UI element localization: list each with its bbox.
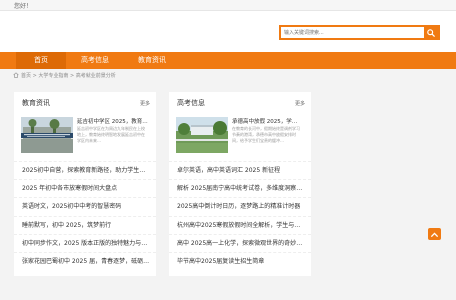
panel-gaokao-info: 高考信息 更多 承德高中放假 2025，学… 在教育的长河中，假期始终是调剂学习… — [169, 92, 311, 276]
home-icon — [13, 72, 19, 78]
nav-item-gaokao[interactable]: 高考信息 — [72, 52, 118, 69]
nav-item-home[interactable]: 首页 — [16, 52, 66, 69]
search-button[interactable] — [424, 27, 438, 38]
list-item[interactable]: 睡前默写，初中 2025，筑梦前行 — [14, 215, 156, 234]
list-item[interactable]: 卓尔英语，高中英语词汇 2025 新征程 — [169, 161, 311, 179]
search-input[interactable] — [281, 27, 423, 38]
list-item[interactable]: 解析 2025届南宁高中统考试卷，多维度洞察与备考启示 — [169, 179, 311, 197]
header — [0, 11, 456, 52]
panel-title: 教育资讯 — [22, 99, 50, 107]
breadcrumb-text[interactable]: 首页 > 大学专业指南 > 高考就业前景分析 — [21, 72, 116, 79]
back-to-top-button[interactable] — [428, 228, 441, 240]
featured-image[interactable] — [21, 117, 73, 153]
list-item[interactable]: 2025初中自营，探索教育新路径，助力学生全面发展 — [14, 161, 156, 179]
greeting-text: 您好！ — [14, 3, 33, 10]
article-list: 卓尔英语，高中英语词汇 2025 新征程 解析 2025届南宁高中统考试卷，多维… — [169, 161, 311, 270]
more-link[interactable]: 更多 — [295, 100, 305, 107]
article-list: 2025初中自营，探索教育新路径，助力学生全面发展 2025 年初中各市放寒假时… — [14, 161, 156, 270]
list-item[interactable]: 高中 2025高一上化学，探索微观世界的奇妙之旅 — [169, 233, 311, 252]
list-item[interactable]: 2025 年初中各市放寒假时间大盘点 — [14, 179, 156, 197]
list-item[interactable]: 毕节高中2025届复读生招生简章 — [169, 251, 311, 270]
panel-title: 高考信息 — [177, 99, 205, 107]
nav-item-education-news[interactable]: 教育资讯 — [127, 52, 177, 69]
featured-title[interactable]: 延吉初中学区 2025，教育… — [77, 117, 149, 125]
featured-summary: 在教育的长河中，假期始终是调剂学习节奏的港湾，承德市高中放假安排时间，给予学生们… — [232, 126, 300, 143]
list-item[interactable]: 张家花园巴蜀初中 2025 届，青春逐梦，砥砺前行 — [14, 251, 156, 270]
chevron-up-icon — [431, 232, 438, 237]
featured-summary: 延吉初中学区在为周边九年制民在上校地上，教育始终明智地发展延吉初中在学区内未来… — [77, 126, 145, 143]
more-link[interactable]: 更多 — [140, 100, 150, 107]
list-item[interactable]: 初中同步作文，2025 版本正版的独特魅力与价值 — [14, 233, 156, 252]
breadcrumb: 首页 > 大学专业指南 > 高考就业前景分析 — [13, 71, 116, 79]
main-nav: 首页 高考信息 教育资讯 — [0, 52, 456, 69]
list-item[interactable]: 英语时文，2025初中中考的智慧密码 — [14, 197, 156, 215]
panel-education-news: 教育资讯 更多 延吉初中学区 2025，教育… 延吉初中学区在为周边九年制民在上… — [14, 92, 156, 276]
top-bar: 您好！ — [0, 0, 456, 11]
list-item[interactable]: 2025高中倒计时日历，逐梦路上的精准计时器 — [169, 197, 311, 215]
featured-image[interactable] — [176, 117, 228, 153]
search-icon — [427, 28, 435, 37]
search-box — [279, 25, 440, 40]
list-item[interactable]: 杭州高中2025寒假放假时间全解析，学生与家长必看 — [169, 215, 311, 234]
featured-title[interactable]: 承德高中放假 2025，学… — [232, 117, 304, 125]
